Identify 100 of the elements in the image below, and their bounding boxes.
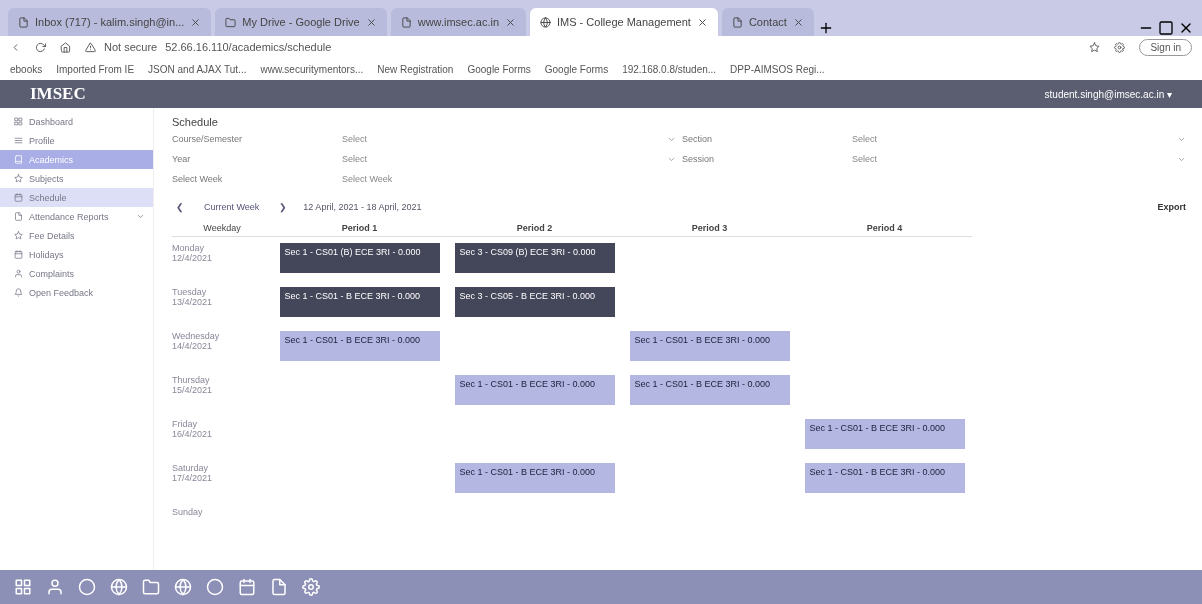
sign-in-button[interactable]: Sign in <box>1139 38 1192 56</box>
schedule-slot[interactable]: Sec 1 - CS01 - B ECE 3RI - 0.000 <box>279 287 440 317</box>
browser-tab[interactable]: Contact <box>721 8 814 36</box>
star-icon <box>14 231 23 240</box>
page-title: Schedule <box>172 116 219 128</box>
schedule-slot[interactable]: Sec 1 - CS01 (B) ECE 3RI - 0.000 <box>279 243 440 273</box>
sidebar-item[interactable]: Attendance Reports <box>0 207 153 226</box>
date-range: 12 April, 2021 - 18 April, 2021 <box>303 202 422 212</box>
home-icon[interactable] <box>60 41 71 53</box>
calendar-icon[interactable] <box>238 578 256 596</box>
start-icon[interactable] <box>14 578 32 596</box>
globe-icon[interactable] <box>110 578 128 596</box>
browser-tab[interactable]: Inbox (717) - kalim.singh@in... <box>8 8 212 36</box>
column-header: Period 1 <box>272 220 447 237</box>
bookmark[interactable]: 192.168.0.8/studen... <box>622 63 717 75</box>
select-field[interactable]: Select Week <box>342 174 682 184</box>
sidebar-item[interactable]: Subjects <box>0 169 153 188</box>
calendar-icon <box>14 193 23 202</box>
sidebar-item[interactable]: Complaints <box>0 264 153 283</box>
bookmark[interactable]: ebooks <box>10 63 43 75</box>
sidebar-item[interactable]: Holidays <box>0 245 153 264</box>
weekday-cell-text: Friday 16/4/2021 <box>172 419 214 441</box>
user-icon[interactable] <box>46 578 64 596</box>
reload-icon[interactable] <box>35 41 46 53</box>
user-menu[interactable]: student.singh@imsec.ac.in ▾ <box>1044 88 1172 100</box>
bookmark[interactable]: New Registration <box>377 63 454 75</box>
sidebar-item[interactable]: Profile <box>0 131 153 150</box>
schedule-slot[interactable]: Sec 1 - CS01 - B ECE 3RI - 0.000 <box>629 331 790 361</box>
column-header: Weekday <box>172 220 272 237</box>
schedule-slot[interactable]: Sec 3 - CS09 (B) ECE 3RI - 0.000 <box>454 243 615 273</box>
schedule-slot[interactable]: Sec 1 - CS01 - B ECE 3RI - 0.000 <box>629 375 790 405</box>
sidebar-item[interactable]: Fee Details <box>0 226 153 245</box>
select-field[interactable]: Select <box>342 134 682 144</box>
bookmark[interactable]: Google Forms <box>467 63 531 75</box>
calendar-icon <box>14 250 23 259</box>
page-icon <box>18 16 29 28</box>
browser-tab[interactable]: IMS - College Management <box>530 8 718 36</box>
schedule-slot[interactable]: Sec 1 - CS01 - B ECE 3RI - 0.000 <box>804 463 965 493</box>
select-field[interactable]: Select <box>342 154 682 164</box>
star-icon <box>14 174 23 183</box>
column-header: Period 3 <box>622 220 797 237</box>
security-label: Not secure <box>104 41 158 53</box>
bookmark[interactable]: DPP-AIMSOS Regi... <box>730 63 825 75</box>
schedule-slot[interactable]: Sec 3 - CS05 - B ECE 3RI - 0.000 <box>454 287 615 317</box>
sidebar-item[interactable]: Open Feedback <box>0 283 153 302</box>
sidebar-label: Holidays <box>29 249 64 260</box>
page-icon <box>731 16 743 28</box>
favorite-icon[interactable] <box>1089 41 1101 53</box>
sidebar-label: Academics <box>29 154 73 165</box>
bookmark[interactable]: JSON and AJAX Tut... <box>148 63 247 75</box>
logo: IMSEC <box>30 84 86 104</box>
bookmark[interactable]: Google Forms <box>544 63 609 75</box>
sidebar-label: Subjects <box>29 173 64 184</box>
sidebar-label: Complaints <box>29 268 75 279</box>
sidebar-label: Fee Details <box>29 230 75 241</box>
schedule-slot[interactable]: Sec 1 - CS01 - B ECE 3RI - 0.000 <box>454 375 615 405</box>
folder-icon[interactable] <box>142 578 160 596</box>
field-label: Session <box>682 154 716 164</box>
field-label: Course/Semester <box>172 134 244 144</box>
document-icon <box>14 212 23 221</box>
browser-icon[interactable] <box>174 578 192 596</box>
sidebar-label: Dashboard <box>29 116 74 127</box>
weekday-cell-text: Sunday <box>172 507 204 519</box>
weekday-cell-text: Saturday 17/4/2021 <box>172 463 214 485</box>
browser-tab[interactable]: My Drive - Google Drive <box>215 8 387 36</box>
schedule-slot[interactable]: Sec 1 - CS01 - B ECE 3RI - 0.000 <box>454 463 615 493</box>
weekday-cell-text: Thursday 15/4/2021 <box>172 375 214 397</box>
sidebar-item[interactable]: Dashboard <box>0 112 153 131</box>
weekday-cell-text: Tuesday 13/4/2021 <box>172 287 214 309</box>
globe-icon <box>540 16 551 28</box>
bookmark[interactable]: www.securitymentors... <box>260 63 364 75</box>
url-text[interactable]: 52.66.16.110/academics/schedule <box>165 41 332 53</box>
weekday-cell-text: Wednesday 14/4/2021 <box>172 331 221 353</box>
grid-icon <box>14 117 23 126</box>
tab-title: Contact <box>748 16 787 28</box>
browser-tab[interactable]: www.imsec.ac.in <box>390 8 526 36</box>
tab-title: www.imsec.ac.in <box>417 16 499 28</box>
schedule-slot[interactable]: Sec 1 - CS01 - B ECE 3RI - 0.000 <box>804 419 965 449</box>
folder-icon <box>225 16 237 28</box>
column-header: Period 4 <box>797 220 972 237</box>
sidebar-label: Schedule <box>29 192 67 203</box>
bookmark[interactable]: Imported From IE <box>56 63 135 75</box>
maximize-icon[interactable] <box>1158 20 1174 36</box>
select-field[interactable]: Select <box>852 134 1192 144</box>
schedule-slot[interactable]: Sec 1 - CS01 - B ECE 3RI - 0.000 <box>279 331 440 361</box>
circle-icon[interactable] <box>78 578 96 596</box>
warning-icon <box>85 41 96 53</box>
settings-icon[interactable] <box>1114 41 1126 53</box>
document-icon[interactable] <box>270 578 288 596</box>
sidebar-label: Profile <box>29 135 55 146</box>
chevron-down-icon <box>136 212 145 221</box>
page-icon <box>400 16 412 28</box>
sidebar-item[interactable]: Schedule <box>0 188 153 207</box>
select-field[interactable]: Select <box>852 154 1192 164</box>
close-icon[interactable] <box>696 16 708 28</box>
sidebar-label: Attendance Reports <box>29 211 109 222</box>
field-label: Select Week <box>172 174 224 184</box>
sidebar-label: Open Feedback <box>29 287 94 298</box>
circle-icon[interactable] <box>206 578 224 596</box>
field-label: Section <box>682 134 714 144</box>
